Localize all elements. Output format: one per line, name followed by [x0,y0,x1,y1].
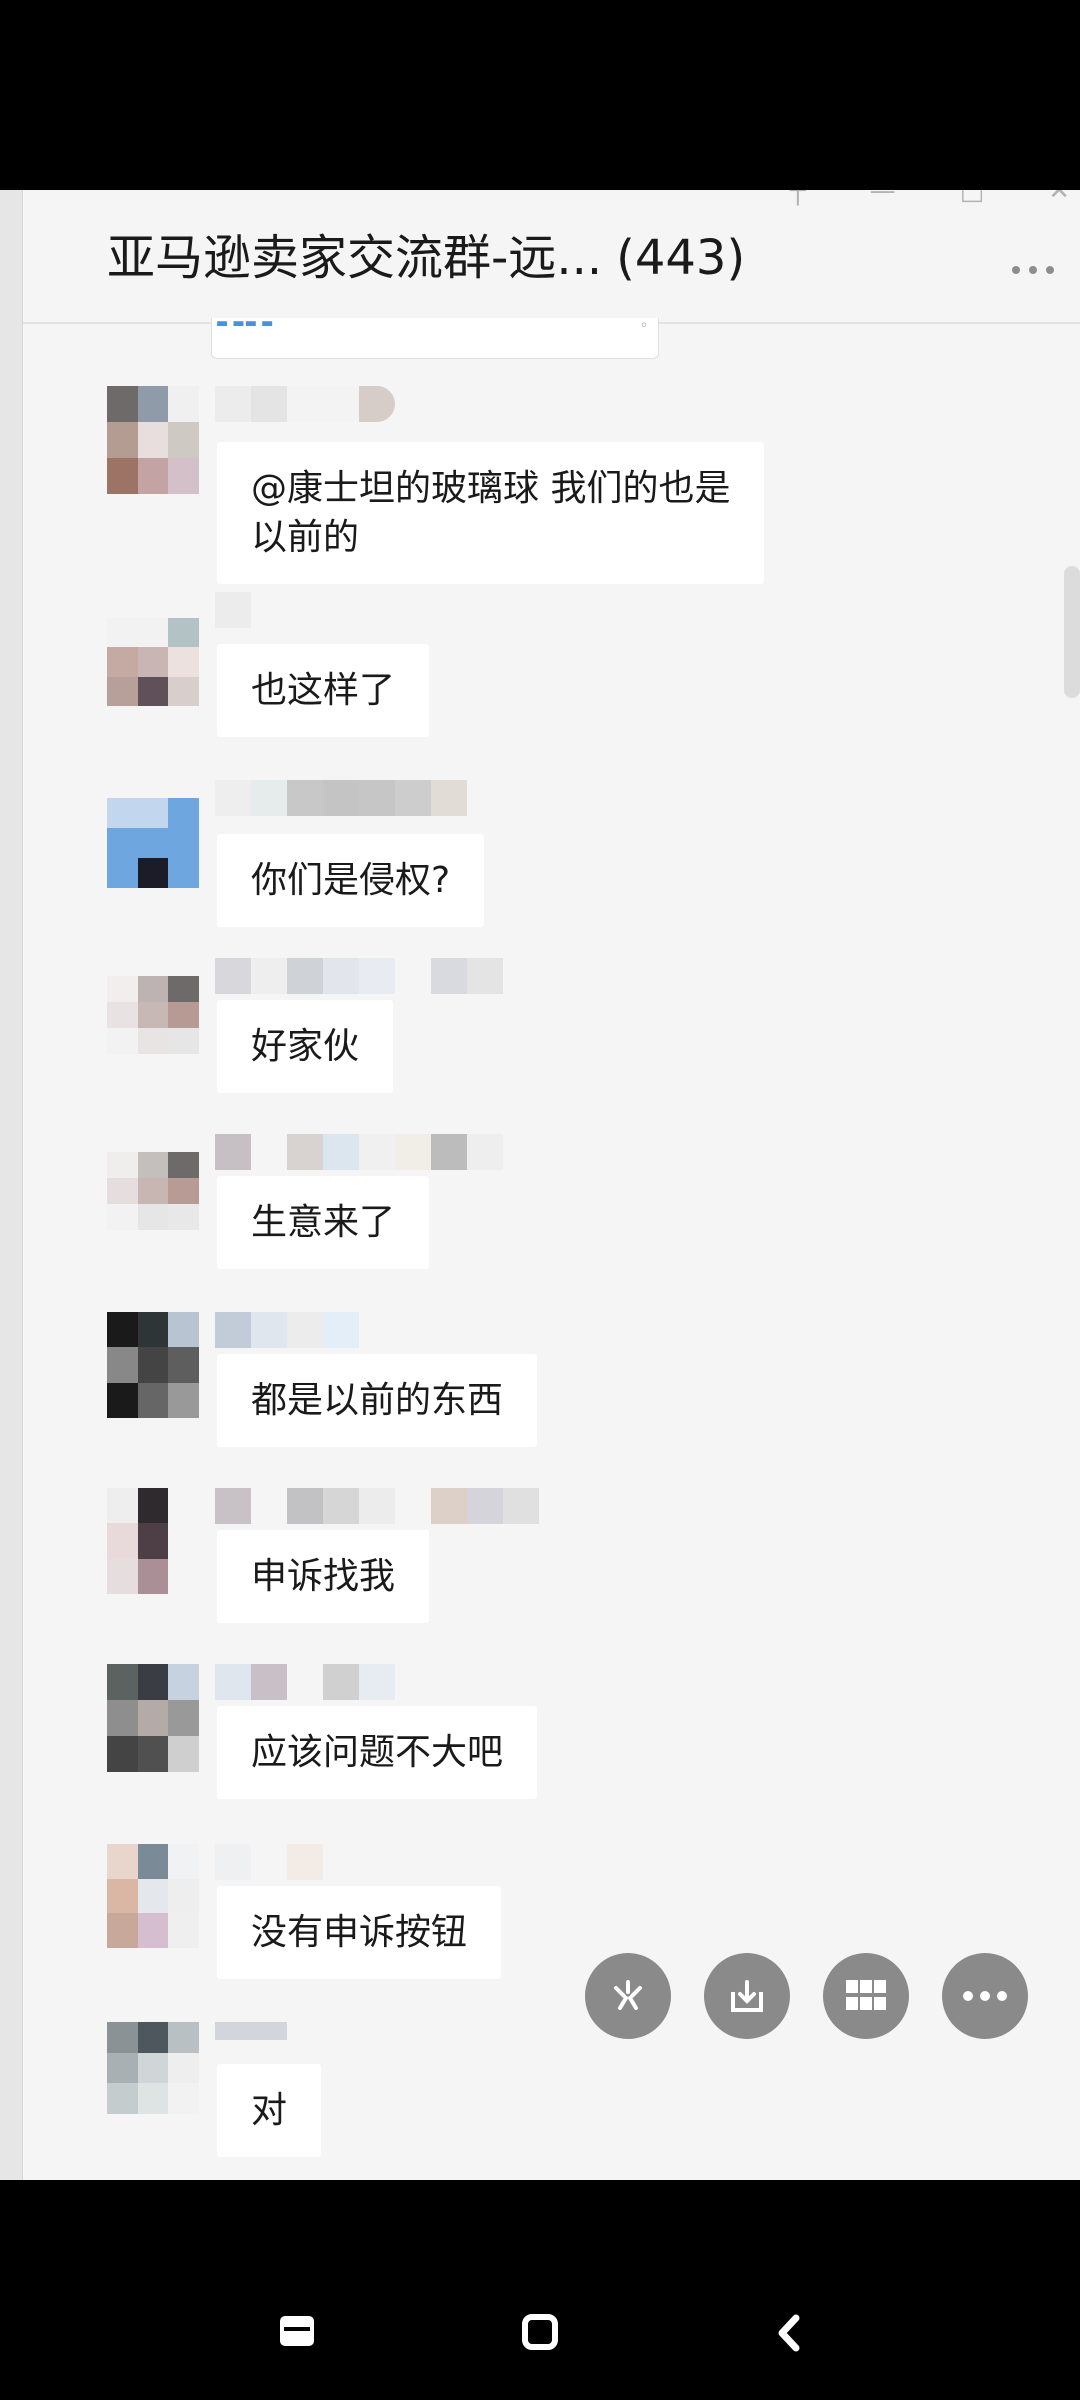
dot-icon [1012,266,1020,274]
grid-button[interactable] [823,1953,909,2039]
dot-icon [1046,266,1054,274]
message-list[interactable]: ▬ ▬▬ ▬ ◦ @康士坦的玻璃球 我们的也是 以前的 也这样了 你们是侵权? … [23,316,1080,2180]
message-bubble[interactable]: 申诉找我 [217,1530,430,1623]
pin-icon[interactable]: ┬ [790,190,806,206]
chat-header: ┬ — □ ✕ 亚马逊卖家交流群-远... (443) [23,190,1080,324]
avatar[interactable] [107,1488,199,1594]
maximize-icon[interactable]: □ [960,190,985,206]
window-controls: ┬ — □ ✕ [790,190,1070,206]
minimize-icon[interactable]: — [870,190,896,206]
message-bubble[interactable]: 你们是侵权? [217,834,485,927]
recents-icon [280,2316,314,2346]
home-icon [522,2314,558,2350]
shake-button[interactable] [585,1953,671,2039]
avatar[interactable] [107,618,199,706]
more-options-button[interactable] [1012,266,1054,274]
message-bubble[interactable]: 也这样了 [217,644,430,737]
group-name: 亚马逊卖家交流群-远... [107,230,603,286]
close-icon[interactable]: ✕ [1048,190,1070,206]
sender-name-blurred [215,958,503,994]
message-bubble[interactable]: 对 [217,2064,322,2157]
scrollbar[interactable] [1064,566,1080,698]
sender-name-blurred [215,1488,539,1524]
sender-name-blurred [215,1134,503,1170]
more-button[interactable] [942,1953,1028,2039]
sender-name-blurred [215,780,467,816]
member-count: (443) [616,230,746,286]
message-bubble[interactable]: 生意来了 [217,1176,430,1269]
message-bubble[interactable]: 好家伙 [217,1000,394,1093]
recents-button[interactable] [278,2314,316,2352]
avatar[interactable] [107,798,199,888]
system-nav-bar [0,2180,1080,2400]
window-left-edge [0,190,23,2180]
chat-window: ┬ — □ ✕ 亚马逊卖家交流群-远... (443) ▬ ▬▬ ▬ ◦ @康士… [0,190,1080,2180]
sender-name-blurred [215,1312,359,1348]
avatar[interactable] [107,976,199,1054]
avatar[interactable] [107,1152,199,1230]
download-icon [731,1980,763,2012]
sender-name-blurred [215,2022,287,2058]
avatar[interactable] [107,1844,199,1948]
sender-name-blurred [215,592,251,628]
shake-icon [614,1980,642,2010]
more-icon [963,1991,1007,2001]
home-button[interactable] [522,2314,558,2354]
back-icon [778,2314,800,2352]
grid-icon [846,1980,886,2010]
message-bubble[interactable]: 应该问题不大吧 [217,1706,538,1799]
avatar[interactable] [107,1312,199,1418]
shared-card-partial[interactable]: ▬ ▬▬ ▬ ◦ [211,316,659,359]
download-button[interactable] [704,1953,790,2039]
sender-name-blurred [215,1844,323,1880]
page-title: 亚马逊卖家交流群-远... (443) [107,218,745,288]
avatar[interactable] [107,386,199,494]
avatar[interactable] [107,1664,199,1772]
message-bubble[interactable]: 没有申诉按钮 [217,1886,502,1979]
message-bubble[interactable]: @康士坦的玻璃球 我们的也是 以前的 [217,442,765,584]
card-text: ▬ ▬▬ ▬ [216,316,274,331]
back-button[interactable] [774,2314,804,2356]
avatar[interactable] [107,2022,199,2114]
card-icon: ◦ [639,318,648,334]
sender-name-blurred [215,386,395,422]
sender-name-blurred [215,1664,395,1700]
dot-icon [1029,266,1037,274]
floating-action-bar [585,1953,1028,2039]
message-bubble[interactable]: 都是以前的东西 [217,1354,538,1447]
